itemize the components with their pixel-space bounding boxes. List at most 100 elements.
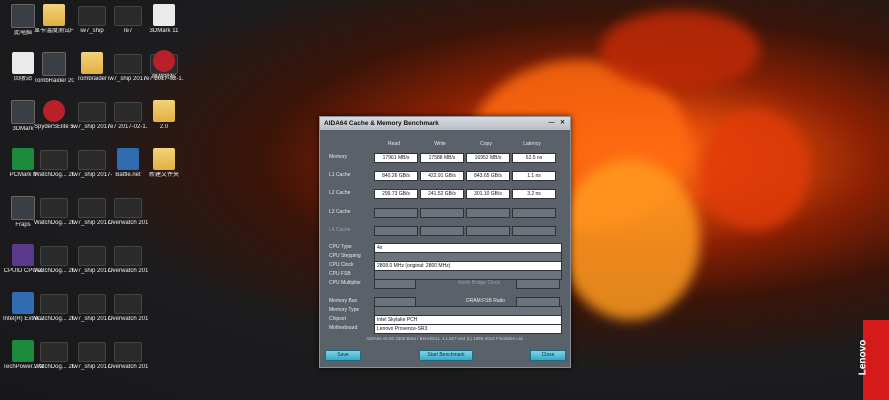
memory-bus-label: Memory Bus xyxy=(329,298,358,304)
desktop-icon[interactable]: WatchDog... 2017-02-1... xyxy=(34,292,74,323)
desktop-icon[interactable]: iw7_ship 2017-02-1... xyxy=(72,340,112,371)
desktop-icon-label: Overwatch 2017-02-1... xyxy=(108,316,148,322)
desktop-icon-label: Overwatch 2017-02-1... xyxy=(108,364,148,370)
app-icon xyxy=(153,50,175,72)
desktop-icon-label: Overwatch 2017-02-1... xyxy=(108,268,148,274)
row-label: L2 Cache xyxy=(329,190,351,196)
row-label: L1 Cache xyxy=(329,172,351,178)
result-field: 299.73 GB/s xyxy=(374,189,418,199)
col-header-copy: Copy xyxy=(480,141,492,147)
cpu-multiplier-label: CPU Multiplier xyxy=(329,280,361,286)
save-button[interactable]: Save xyxy=(325,350,361,361)
desktop-icon[interactable]: Overwatch 2017-02-1... xyxy=(108,244,148,275)
cpu-type-label: CPU Type xyxy=(329,244,352,250)
desktop-icon-label: SpyderSElite 5.0 xyxy=(34,124,74,130)
desktop-icon[interactable]: 2.0 xyxy=(144,100,184,131)
desktop-icon-label: iw7_ship 2017-02-1... xyxy=(72,364,112,370)
result-field: 16952 MB/s xyxy=(466,153,510,163)
window-title: AIDA64 Cache & Memory Benchmark xyxy=(324,120,439,127)
result-field xyxy=(374,226,418,236)
result-field: 3.2 ns xyxy=(512,189,556,199)
window-body: Read Write Copy Latency Memory 17961 MB/s… xyxy=(320,131,570,367)
desktop-icon-label: 2.0 xyxy=(159,124,169,130)
desktop-icon[interactable]: 显卡温度测试FurMark_1 xyxy=(34,4,74,35)
result-field: 17961 MB/s xyxy=(374,153,418,163)
desktop-icon[interactable]: iw7_ship 2017-02-1... xyxy=(72,100,112,131)
desktop-icon[interactable]: iw7_ship 2017-02-1... xyxy=(72,292,112,323)
col-header-latency: Latency xyxy=(523,141,541,147)
desktop-icon[interactable]: iw7_ship 2017-02-1... xyxy=(72,148,112,179)
result-field xyxy=(512,226,556,236)
app-icon xyxy=(114,246,142,266)
cpu-stepping-label: CPU Stepping xyxy=(329,253,361,259)
row-label: Memory xyxy=(329,154,348,160)
desktop-icon-label: TombRaider 2017-02-1... xyxy=(34,78,74,84)
desktop-icon[interactable]: Tombraider xyxy=(72,52,112,83)
dram-fsb-label: DRAM:FSB Ratio xyxy=(466,298,505,304)
desktop-icon[interactable]: 联想特权 xyxy=(144,50,184,81)
desktop-icon[interactable]: WatchDog... 2017-02-1... xyxy=(34,148,74,179)
desktop-icon[interactable]: WatchDog... 2017-02-1... xyxy=(34,196,74,227)
desktop-icon-label: WatchDog... 2017-02-1... xyxy=(34,316,74,322)
desktop-icon-label: 新建文件夹 xyxy=(148,172,179,178)
desktop-icon[interactable]: 3DMark 11 xyxy=(144,4,184,35)
desktop-icon-label: Tombraider xyxy=(76,76,107,82)
desktop-icon[interactable]: TombRaider 2017-02-1... xyxy=(34,52,74,85)
desktop-icon-label: WatchDog... 2017-02-1... xyxy=(34,268,74,274)
app-icon xyxy=(11,196,35,220)
close-button[interactable]: Close xyxy=(530,350,566,361)
desktop-icon[interactable]: Overwatch 2017-02-1... xyxy=(108,292,148,323)
wallpaper-flame xyxy=(560,160,700,320)
desktop-icon[interactable]: iw7_ship 2017-02-1... xyxy=(72,244,112,275)
start-benchmark-button[interactable]: Start Benchmark xyxy=(419,350,473,361)
result-field xyxy=(512,208,556,218)
desktop-icon[interactable]: WatchDog... 2017-02-1... xyxy=(34,244,74,275)
app-icon xyxy=(114,54,142,74)
col-header-write: Write xyxy=(434,141,446,147)
desktop-icon-label: 联想特权 xyxy=(151,74,176,80)
desktop-icon[interactable]: Overwatch 2017-02-1... xyxy=(108,340,148,371)
desktop-icon-label: WatchDog... 2017-02-1... xyxy=(34,220,74,226)
app-icon xyxy=(12,148,34,170)
desktop-icon-label: Overwatch 2017-02-1... xyxy=(108,220,148,226)
desktop-icon[interactable]: Battle.net xyxy=(108,148,148,179)
lenovo-logo: Lenovo xyxy=(857,339,869,376)
desktop-icon[interactable]: Overwatch 2017-02-1... xyxy=(108,196,148,227)
desktop-icon[interactable]: WatchDog... 2017-02-1... xyxy=(34,340,74,371)
app-icon xyxy=(153,4,175,26)
app-icon xyxy=(12,340,34,362)
desktop-icon[interactable]: 新建文件夹 xyxy=(144,148,184,179)
result-field xyxy=(466,226,510,236)
aida64-window: AIDA64 Cache & Memory Benchmark — ✕ Read… xyxy=(319,116,571,368)
desktop-icon-label: re7 2017-02-1... xyxy=(108,124,148,130)
app-icon xyxy=(78,198,106,218)
desktop-icon[interactable]: re7 2017-02-1... xyxy=(108,100,148,131)
desktop-icon-label: re7 xyxy=(123,28,133,34)
desktop-icon[interactable]: iw7_ship xyxy=(72,4,112,35)
app-icon xyxy=(11,100,35,124)
desktop-icon[interactable]: SpyderSElite 5.0 xyxy=(34,100,74,131)
minimize-icon[interactable]: — xyxy=(547,119,556,127)
result-field: 241.52 GB/s xyxy=(420,189,464,199)
window-titlebar[interactable]: AIDA64 Cache & Memory Benchmark — ✕ xyxy=(320,117,570,130)
row-label: L3 Cache xyxy=(329,209,351,215)
desktop-icon-label: iw7_ship 2017-02-1... xyxy=(108,76,148,82)
app-icon xyxy=(78,294,106,314)
app-icon xyxy=(117,148,139,170)
app-icon xyxy=(114,6,142,26)
desktop-icon-label: iw7_ship 2017-02-1... xyxy=(72,316,112,322)
result-field: 422.91 GB/s xyxy=(420,171,464,181)
app-icon xyxy=(40,294,68,314)
motherboard-field: Lenovo Provence-SR3 xyxy=(374,324,562,334)
desktop-icon[interactable]: re7 xyxy=(108,4,148,35)
result-field: 843.65 GB/s xyxy=(466,171,510,181)
close-icon[interactable]: ✕ xyxy=(558,119,567,127)
desktop-icon-label: iw7_ship 2017-02-1... xyxy=(72,220,112,226)
north-bridge-label: North Bridge Clock xyxy=(458,280,500,286)
app-icon xyxy=(78,150,106,170)
app-icon xyxy=(78,246,106,266)
app-icon xyxy=(12,52,34,74)
app-icon xyxy=(12,292,34,314)
desktop-icon[interactable]: iw7_ship 2017-02-1... xyxy=(108,52,148,83)
desktop-icon[interactable]: iw7_ship 2017-02-1... xyxy=(72,196,112,227)
